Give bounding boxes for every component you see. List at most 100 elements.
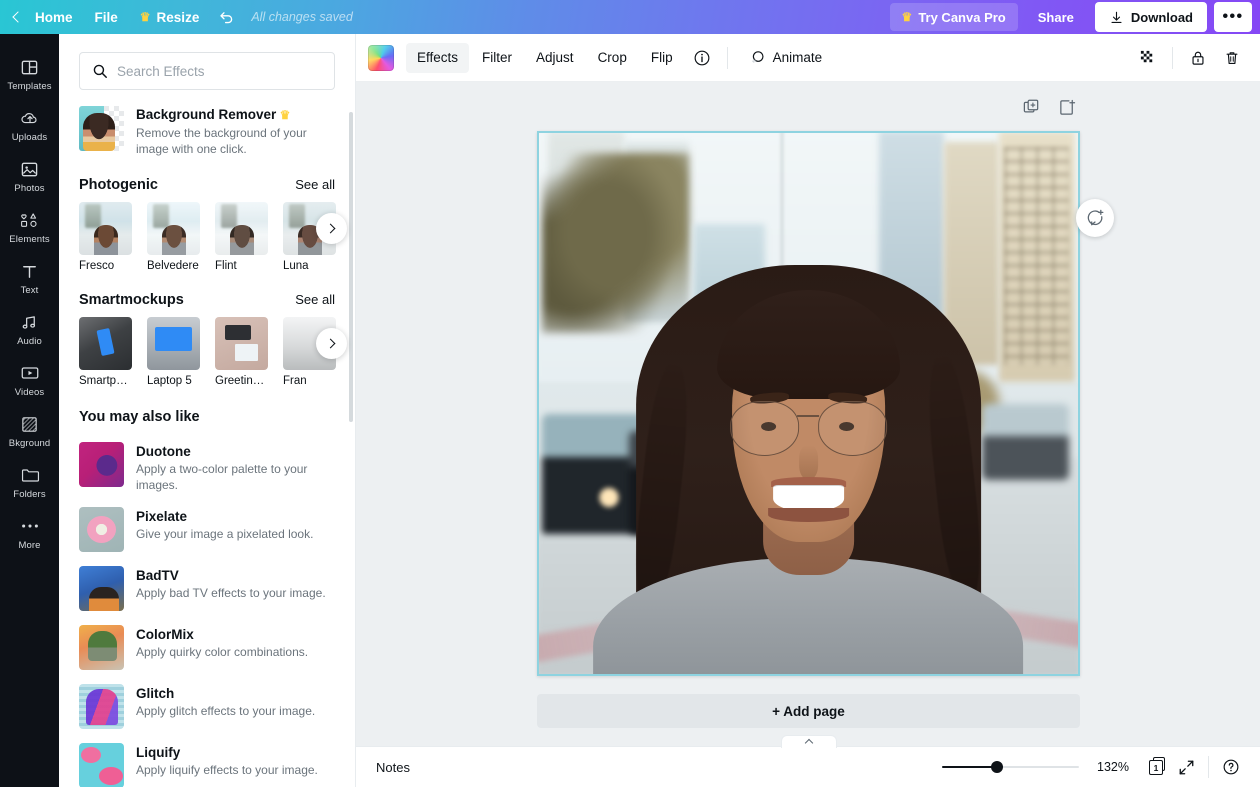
effect-list-item[interactable]: Pixelate Give your image a pixelated loo… [79,500,335,559]
design-page[interactable] [537,131,1080,676]
fullscreen-button[interactable] [1171,753,1201,781]
notes-collapse-tab[interactable] [781,735,837,748]
animate-label: Animate [772,50,823,65]
zoom-slider[interactable] [942,759,1079,775]
effect-list-item[interactable]: ColorMix Apply quirky color combinations… [79,618,335,677]
sidebar-item-templates[interactable]: Templates [0,48,59,99]
zoom-slider-knob[interactable] [991,761,1004,773]
background-remover-promo[interactable]: Background Remover ♛ Remove the backgrou… [79,106,335,157]
lock-button[interactable] [1182,43,1214,73]
add-page-icon-button[interactable] [1056,96,1078,118]
tab-filter[interactable]: Filter [471,43,523,73]
smartmockups-title: Smartmockups [79,292,184,308]
smartmockups-next-arrow[interactable] [316,328,347,359]
more-options-button[interactable]: ••• [1214,2,1252,32]
smartmockups-label: Smartphone 2 [79,375,132,387]
add-page-button[interactable]: + Add page [537,694,1080,728]
color-swatch-button[interactable] [368,44,394,71]
share-button[interactable]: Share [1024,3,1088,31]
search-input[interactable] [117,63,322,79]
photogenic-section-header: Photogenic See all [79,177,335,193]
effect-list-item[interactable]: BadTV Apply bad TV effects to your image… [79,559,335,618]
sidebar-item-elements[interactable]: Elements [0,201,59,252]
sidebar-item-videos[interactable]: Videos [0,354,59,405]
effect-list-item[interactable]: Glitch Apply glitch effects to your imag… [79,677,335,736]
effect-thumbnail [79,684,124,729]
photogenic-item[interactable]: Flint [215,202,268,272]
tab-effects[interactable]: Effects [406,42,470,73]
resize-button[interactable]: ♛ Resize [129,4,211,30]
animate-circles-icon [751,50,764,63]
smartmockups-item[interactable]: Greeting car... [215,317,268,387]
resize-label: Resize [156,9,200,25]
chevron-left-icon[interactable] [12,11,24,23]
photogenic-next-arrow[interactable] [316,213,347,244]
design-page-wrapper[interactable] [537,131,1080,676]
transparency-checker-icon [1140,50,1152,63]
delete-button[interactable] [1216,43,1248,73]
home-button[interactable]: Home [24,4,84,30]
smartmockups-item[interactable]: Laptop 5 [147,317,200,387]
sidebar-item-text[interactable]: Text [0,252,59,303]
photogenic-label: Fresco [79,260,115,272]
add-comment-icon [1087,209,1104,226]
sidebar-item-uploads[interactable]: Uploads [0,99,59,150]
tab-flip[interactable]: Flip [640,43,684,73]
smartmockups-label: Greeting car... [215,375,268,387]
background-remover-thumbnail [79,106,124,151]
tab-adjust[interactable]: Adjust [525,43,585,73]
animate-button[interactable]: Animate [737,43,834,73]
effect-list-item[interactable]: Liquify Apply liquify effects to your im… [79,736,335,787]
transparency-button[interactable] [1131,43,1163,73]
effect-list-item[interactable]: Duotone Apply a two-color palette to you… [79,435,335,500]
smartmockups-item[interactable]: Smartphone 2 [79,317,132,387]
effect-text: Pixelate Give your image a pixelated loo… [136,507,335,542]
effect-description: Apply quirky color combinations. [136,645,309,659]
page-manager-button[interactable]: 1 [1141,753,1171,781]
image-icon [19,159,41,179]
tab-crop[interactable]: Crop [587,43,638,73]
add-comment-button[interactable] [1076,199,1114,237]
smartmockups-see-all[interactable]: See all [295,292,335,307]
download-button[interactable]: Download [1094,2,1207,32]
smartmockups-thumbnail [215,317,268,370]
try-canva-pro-button[interactable]: ♛ Try Canva Pro [889,3,1018,31]
sidebar-label: Folders [13,489,46,500]
photogenic-item[interactable]: Belvedere [147,202,200,272]
search-effects-box[interactable] [79,52,335,90]
add-page-icon [1059,99,1075,115]
lens [817,401,887,456]
sidebar-item-audio[interactable]: Audio [0,303,59,354]
ellipsis-icon [19,516,41,536]
sidebar-label: Templates [7,81,52,92]
lens [730,401,800,456]
effect-thumbnail [79,442,124,487]
photogenic-item[interactable]: Fresco [79,202,132,272]
sidebar-item-more[interactable]: More [0,507,59,558]
notes-button[interactable]: Notes [370,755,416,780]
canvas-photo-image[interactable] [537,131,1080,676]
photogenic-title: Photogenic [79,177,158,193]
bottombar-divider [1208,756,1209,778]
effect-name: Liquify [136,745,181,760]
sidebar-item-photos[interactable]: Photos [0,150,59,201]
help-button[interactable] [1216,753,1246,781]
portrait-subject [593,256,1024,676]
duplicate-page-button[interactable] [1020,96,1042,118]
canvas-area[interactable]: + Add page [356,82,1260,746]
panel-scrollbar[interactable] [349,112,353,422]
car-shape [982,403,1070,480]
sidebar-label: Photos [14,183,45,194]
search-icon [93,64,107,78]
file-menu-button[interactable]: File [84,4,129,30]
info-button[interactable] [686,43,718,73]
sidebar-label: Bkground [8,438,51,449]
sidebar-item-bkground[interactable]: Bkground [0,405,59,456]
background-remover-description: Remove the background of your image with… [136,126,307,156]
effect-name: ColorMix [136,627,194,642]
photogenic-see-all[interactable]: See all [295,177,335,192]
bottom-bar: Notes 132% 1 [356,735,1260,787]
effect-text: Duotone Apply a two-color palette to you… [136,442,335,493]
undo-button[interactable] [210,4,243,30]
sidebar-item-folders[interactable]: Folders [0,456,59,507]
